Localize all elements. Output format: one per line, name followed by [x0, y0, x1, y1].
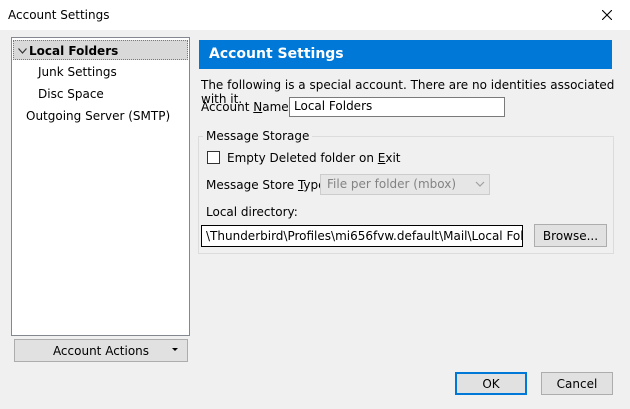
account-tree[interactable]: Local Folders Junk Settings Disc Space O… — [11, 37, 190, 336]
tree-item-disc-space[interactable]: Disc Space — [38, 84, 104, 104]
ok-button[interactable]: OK — [455, 372, 527, 395]
title-bar: Account Settings — [0, 0, 630, 30]
close-button[interactable] — [584, 0, 630, 30]
browse-button[interactable]: Browse... — [534, 224, 607, 247]
tree-item-outgoing-server[interactable]: Outgoing Server (SMTP) — [26, 106, 170, 126]
dropdown-arrow-icon — [172, 348, 178, 351]
panel-header: Account Settings — [199, 40, 612, 69]
account-actions-label: Account Actions — [52, 343, 150, 358]
window-title: Account Settings — [8, 8, 110, 22]
account-name-input[interactable]: Local Folders — [289, 97, 505, 117]
close-icon — [602, 10, 612, 20]
account-actions-button[interactable]: Account Actions — [14, 339, 188, 362]
local-directory-input[interactable]: \Thunderbird\Profiles\mi656fvw.default\M… — [201, 225, 523, 247]
empty-deleted-checkbox[interactable] — [207, 151, 220, 164]
local-directory-label: Local directory: — [206, 205, 298, 219]
tree-item-local-folders[interactable]: Local Folders — [13, 40, 188, 60]
store-type-value: File per folder (mbox) — [327, 177, 457, 191]
cancel-button[interactable]: Cancel — [541, 372, 613, 395]
chevron-down-icon[interactable] — [16, 41, 28, 61]
account-name-label: Account Name: — [201, 100, 293, 114]
store-type-select: File per folder (mbox) — [320, 174, 490, 195]
tree-item-label: Local Folders — [29, 44, 119, 58]
message-storage-legend: Message Storage — [203, 129, 313, 143]
chevron-down-icon — [475, 181, 485, 187]
tree-item-junk-settings[interactable]: Junk Settings — [38, 62, 117, 82]
store-type-label: Message Store Type: — [206, 178, 330, 192]
empty-deleted-label[interactable]: Empty Deleted folder on Exit — [227, 151, 401, 165]
